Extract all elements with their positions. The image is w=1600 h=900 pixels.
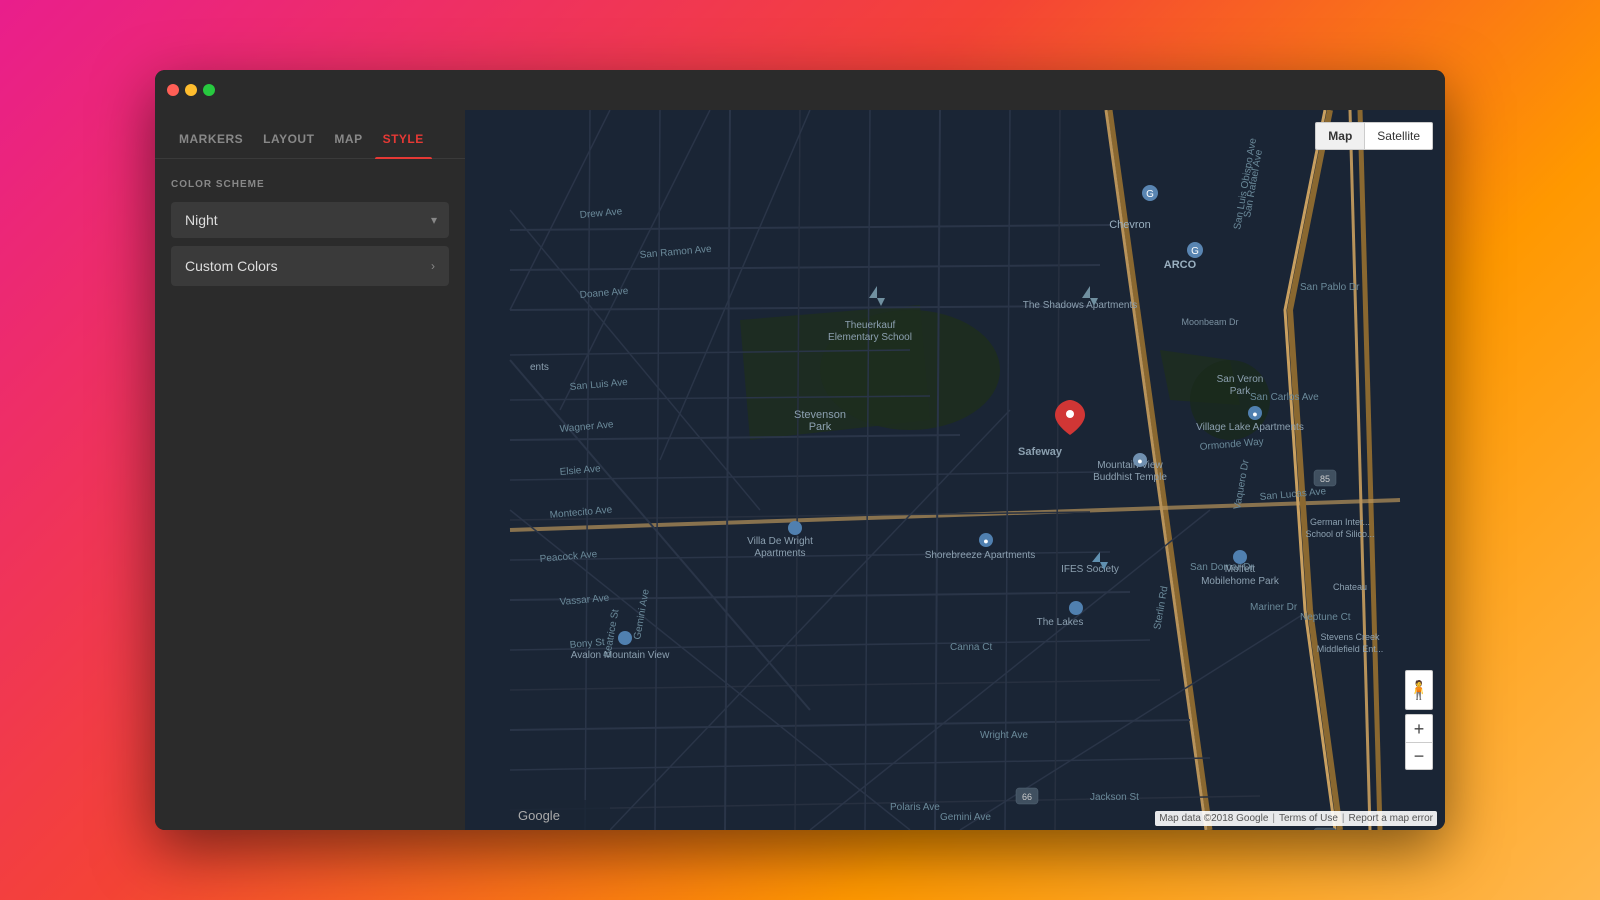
chevron-right-icon: › — [431, 259, 435, 273]
map-container[interactable]: Drew Ave San Ramon Ave Doane Ave San Lui… — [465, 110, 1445, 830]
svg-text:San Carlos Ave: San Carlos Ave — [1250, 392, 1319, 403]
nav-tabs: MARKERS LAYOUT MAP STYLE — [155, 110, 465, 159]
svg-text:Moffett: Moffett — [1225, 564, 1256, 575]
terms-of-use-link[interactable]: Terms of Use — [1279, 813, 1338, 824]
map-type-satellite-button[interactable]: Satellite — [1364, 122, 1433, 150]
svg-text:Park: Park — [809, 421, 832, 433]
svg-text:Gemini Ave: Gemini Ave — [940, 812, 991, 823]
tab-markers[interactable]: MARKERS — [171, 124, 251, 158]
svg-text:Safeway: Safeway — [1018, 446, 1063, 458]
traffic-lights — [167, 84, 215, 96]
svg-text:School of Silico...: School of Silico... — [1305, 529, 1374, 539]
svg-text:Stevenson: Stevenson — [794, 409, 846, 421]
svg-text:Park: Park — [1230, 386, 1252, 397]
svg-text:Apartments: Apartments — [754, 548, 805, 559]
sidebar: MARKERS LAYOUT MAP STYLE COLOR SCHEME De… — [155, 110, 465, 830]
map-attribution: Map data ©2018 Google | Terms of Use | R… — [1155, 811, 1437, 826]
svg-text:ents: ents — [530, 362, 549, 373]
svg-text:Elementary School: Elementary School — [828, 332, 912, 343]
svg-text:Buddhist Temple: Buddhist Temple — [1093, 472, 1167, 483]
svg-text:German Inter...: German Inter... — [1310, 517, 1370, 527]
svg-text:The Lakes: The Lakes — [1037, 617, 1084, 628]
svg-text:Jackson St: Jackson St — [1090, 792, 1139, 803]
zoom-in-button[interactable]: + — [1405, 714, 1433, 742]
streetview-person-icon: 🧍 — [1408, 681, 1430, 699]
svg-text:Stevens Creek: Stevens Creek — [1320, 632, 1380, 642]
minimize-button[interactable] — [185, 84, 197, 96]
sidebar-content: COLOR SCHEME Default Night Retro Silver … — [155, 159, 465, 830]
color-scheme-select[interactable]: Default Night Retro Silver Aubergine — [171, 202, 449, 238]
custom-colors-label: Custom Colors — [185, 258, 278, 274]
svg-text:Google: Google — [518, 808, 560, 823]
svg-text:Neptune Ct: Neptune Ct — [1300, 612, 1351, 623]
svg-text:Shorebreeze Apartments: Shorebreeze Apartments — [925, 550, 1036, 561]
svg-text:Villa De Wright: Villa De Wright — [747, 536, 813, 547]
tab-layout[interactable]: LAYOUT — [255, 124, 322, 158]
app-body: MARKERS LAYOUT MAP STYLE COLOR SCHEME De… — [155, 110, 1445, 830]
svg-text:Mountain View: Mountain View — [1097, 460, 1163, 471]
svg-text:ARCO: ARCO — [1164, 259, 1197, 271]
custom-colors-row[interactable]: Custom Colors › — [171, 246, 449, 286]
close-button[interactable] — [167, 84, 179, 96]
svg-text:●: ● — [1252, 409, 1257, 419]
app-window: MARKERS LAYOUT MAP STYLE COLOR SCHEME De… — [155, 70, 1445, 830]
svg-text:The Shadows Apartments: The Shadows Apartments — [1023, 300, 1138, 311]
map-zoom-controls: + − — [1405, 714, 1433, 770]
svg-text:Moonbeam Dr: Moonbeam Dr — [1181, 317, 1238, 327]
svg-text:Wright Ave: Wright Ave — [980, 730, 1028, 741]
color-scheme-label: COLOR SCHEME — [171, 179, 449, 190]
svg-text:Village Lake Apartments: Village Lake Apartments — [1196, 422, 1304, 433]
svg-text:●: ● — [1137, 456, 1142, 466]
svg-text:G: G — [1191, 246, 1199, 257]
svg-text:San Veron: San Veron — [1217, 374, 1264, 385]
tab-map[interactable]: MAP — [326, 124, 370, 158]
map-type-controls: Map Satellite — [1315, 122, 1433, 150]
zoom-out-button[interactable]: − — [1405, 742, 1433, 770]
title-bar — [155, 70, 1445, 110]
svg-text:66: 66 — [1022, 792, 1032, 802]
svg-text:Mariner Dr: Mariner Dr — [1250, 602, 1298, 613]
svg-text:Middlefield Ent...: Middlefield Ent... — [1317, 644, 1384, 654]
svg-text:Chateau: Chateau — [1333, 582, 1367, 592]
map-type-map-button[interactable]: Map — [1315, 122, 1364, 150]
svg-text:IFES Society: IFES Society — [1061, 564, 1119, 575]
maximize-button[interactable] — [203, 84, 215, 96]
report-map-error-link[interactable]: Report a map error — [1349, 813, 1433, 824]
svg-text:G: G — [1146, 189, 1154, 200]
svg-text:San Pablo Dr: San Pablo Dr — [1300, 282, 1360, 293]
svg-text:85: 85 — [1320, 474, 1330, 484]
tab-style[interactable]: STYLE — [375, 124, 432, 158]
svg-text:Canna Ct: Canna Ct — [950, 642, 992, 653]
svg-text:Avalon Mountain View: Avalon Mountain View — [571, 650, 670, 661]
svg-text:●: ● — [983, 536, 988, 546]
svg-text:Polaris Ave: Polaris Ave — [890, 802, 940, 813]
svg-text:Theuerkauf: Theuerkauf — [845, 320, 896, 331]
streetview-button[interactable]: 🧍 — [1405, 670, 1433, 710]
color-scheme-wrapper: Default Night Retro Silver Aubergine ▾ — [171, 202, 449, 238]
svg-text:Mobilehome Park: Mobilehome Park — [1201, 576, 1280, 587]
map-data-text: Map data ©2018 Google — [1159, 813, 1268, 824]
svg-text:Chevron: Chevron — [1109, 219, 1151, 231]
map-svg: Drew Ave San Ramon Ave Doane Ave San Lui… — [465, 110, 1445, 830]
